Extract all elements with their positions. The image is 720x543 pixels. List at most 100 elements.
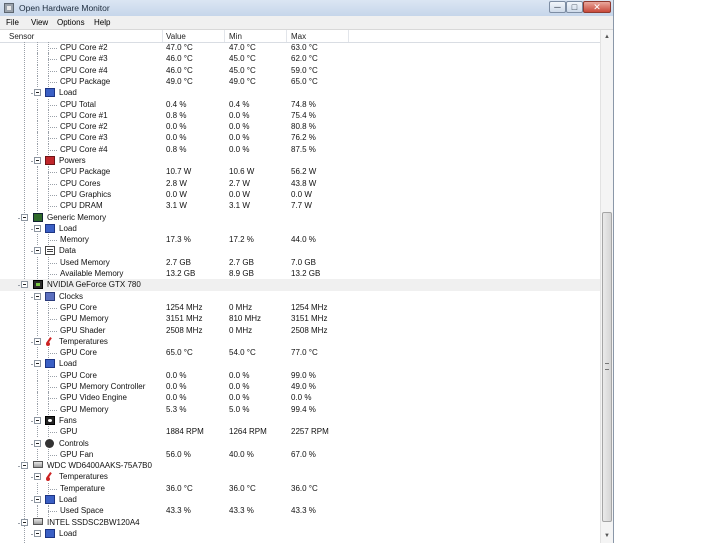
collapse-toggle-icon[interactable]: [34, 473, 41, 481]
sensor-row[interactable]: CPU DRAM 3.1 W 3.1 W 7.7 W: [0, 200, 600, 212]
sensor-group-row[interactable]: Fans: [0, 415, 600, 426]
column-divider[interactable]: [348, 30, 349, 42]
menu-help[interactable]: Help: [94, 18, 110, 27]
tree-guide-line: [48, 138, 57, 140]
sensor-group-row[interactable]: Controls: [0, 438, 600, 449]
collapse-toggle-icon[interactable]: [34, 416, 41, 424]
sensor-min: 45.0 °C: [229, 65, 256, 75]
collapse-toggle-icon[interactable]: [34, 496, 41, 503]
sensor-group-row[interactable]: Load: [0, 223, 600, 234]
sensor-value: 56.0 %: [166, 449, 191, 459]
collapse-toggle-icon[interactable]: [34, 157, 41, 164]
sensor-tree[interactable]: CPU Core #2 47.0 °C 47.0 °C 63.0 °C CPU Core…: [0, 42, 600, 543]
sensor-row[interactable]: GPU Fan 56.0 % 40.0 % 67.0 %: [0, 448, 600, 461]
collapse-toggle-icon[interactable]: [34, 89, 41, 97]
scroll-thumb[interactable]: [602, 212, 612, 522]
tree-guide-line: [37, 143, 38, 155]
close-button[interactable]: ✕: [583, 1, 611, 13]
sensor-row[interactable]: GPU Memory 5.3 % 5.0 % 99.4 %: [0, 403, 600, 415]
sensor-min: 36.0 °C: [229, 483, 256, 493]
sensor-label: Load: [59, 359, 77, 369]
tree-guide-line: [48, 482, 49, 494]
sensor-row[interactable]: Used Space 43.3 % 43.3 % 43.3 %: [0, 505, 600, 517]
sensor-row[interactable]: CPU Core #3 0.0 % 0.0 % 76.2 %: [0, 132, 600, 144]
column-divider[interactable]: [224, 30, 225, 42]
sensor-row[interactable]: CPU Cores 2.8 W 2.7 W 43.8 W: [0, 177, 600, 189]
sensor-group-row[interactable]: Load: [0, 87, 600, 98]
menu-view[interactable]: View: [31, 18, 48, 27]
sensor-group-row[interactable]: Load: [0, 358, 600, 369]
sensor-group-row[interactable]: Load: [0, 528, 600, 539]
sensor-label: CPU Graphics: [60, 189, 112, 199]
collapse-toggle-icon[interactable]: [34, 337, 41, 345]
sensor-row[interactable]: GPU Shader 2508 MHz 0 MHz 2508 MHz: [0, 324, 600, 336]
sensor-row[interactable]: GPU Core 0.0 % 0.0 % 99.0 %: [0, 369, 600, 381]
collapse-toggle-icon[interactable]: [34, 292, 41, 300]
tree-guide-line: [48, 511, 57, 513]
sensor-row[interactable]: GPU 1884 RPM 1264 RPM 2257 RPM: [0, 426, 600, 438]
column-divider[interactable]: [286, 30, 287, 42]
sensor-row[interactable]: CPU Package 49.0 °C 49.0 °C 65.0 °C: [0, 75, 600, 88]
tree-guide-line: [48, 324, 49, 336]
maximize-button[interactable]: □: [566, 1, 583, 13]
collapse-toggle-icon[interactable]: [34, 224, 41, 232]
scroll-down-arrow-icon[interactable]: ▼: [602, 531, 612, 541]
sensor-value: 0.0 W: [166, 189, 187, 199]
sensor-row[interactable]: GPU Video Engine 0.0 % 0.0 % 0.0 %: [0, 392, 600, 404]
sensor-min: 3.1 W: [229, 201, 250, 211]
collapse-toggle-icon[interactable]: [21, 281, 28, 289]
collapse-toggle-icon[interactable]: [34, 529, 41, 537]
sensor-group-row[interactable]: Data: [0, 245, 600, 256]
column-value[interactable]: Value: [166, 32, 186, 41]
collapse-toggle-icon[interactable]: [34, 247, 41, 255]
sensor-row[interactable]: CPU Core #2 47.0 °C 47.0 °C 63.0 °C: [0, 42, 600, 54]
sensor-row[interactable]: Available Memory 13.2 GB 8.9 GB 13.2 GB: [0, 268, 600, 280]
sensor-group-row[interactable]: Powers: [0, 155, 600, 166]
sensor-row[interactable]: GPU Memory 3151 MHz 810 MHz 3151 MHz: [0, 313, 600, 325]
sensor-row[interactable]: GPU Core 1254 MHz 0 MHz 1254 MHz: [0, 301, 600, 314]
sensor-row[interactable]: GPU Core 65.0 °C 54.0 °C 77.0 °C: [0, 347, 600, 359]
tree-guide-line: [48, 132, 49, 144]
collapse-toggle-icon[interactable]: [34, 360, 41, 368]
title-bar[interactable]: Open Hardware Monitor ─ □ ✕: [0, 0, 613, 17]
sensor-group-row[interactable]: Clocks: [0, 291, 600, 302]
sensor-label: GPU Memory Controller: [60, 382, 146, 391]
column-max[interactable]: Max: [291, 32, 306, 41]
sensor-row[interactable]: CPU Package 10.7 W 10.6 W 56.2 W: [0, 166, 600, 178]
sensor-row[interactable]: CPU Core #2 0.0 % 0.0 % 80.8 %: [0, 121, 600, 133]
sensor-value: 49.0 °C: [166, 76, 193, 86]
sensor-row[interactable]: Temperature 36.0 °C 36.0 °C 36.0 °C: [0, 482, 600, 494]
sensor-row[interactable]: GPU Memory Controller 0.0 % 0.0 % 49.0 %: [0, 381, 600, 393]
sensor-group-row[interactable]: Temperatures: [0, 336, 600, 347]
sensor-row[interactable]: Memory 17.3 % 17.2 % 44.0 %: [0, 234, 600, 246]
scroll-up-arrow-icon[interactable]: ▲: [602, 32, 612, 42]
sensor-row[interactable]: CPU Core #4 0.8 % 0.0 % 87.5 %: [0, 143, 600, 155]
sensor-row[interactable]: CPU Total 0.4 % 0.4 % 74.8 %: [0, 98, 600, 110]
hardware-row[interactable]: NVIDIA GeForce GTX 780: [0, 279, 600, 291]
sensor-group-row[interactable]: Temperatures: [0, 471, 600, 482]
sensor-group-row[interactable]: Load: [0, 494, 600, 505]
collapse-toggle-icon[interactable]: [21, 462, 28, 470]
column-divider[interactable]: [162, 30, 163, 42]
sensor-min: 0.0 %: [229, 370, 250, 380]
hardware-row[interactable]: INTEL SSDSC2BW120A4: [0, 517, 600, 528]
hardware-row[interactable]: Generic Memory: [0, 212, 600, 223]
sensor-value: 3.1 W: [166, 201, 187, 211]
sensor-row[interactable]: CPU Graphics 0.0 W 0.0 W 0.0 W: [0, 188, 600, 201]
collapse-toggle-icon[interactable]: [21, 213, 28, 221]
sensor-row[interactable]: CPU Core #4 46.0 °C 45.0 °C 59.0 °C: [0, 64, 600, 76]
collapse-toggle-icon[interactable]: [34, 439, 41, 447]
sensor-row[interactable]: CPU Core #1 0.8 % 0.0 % 75.4 %: [0, 109, 600, 122]
menu-options[interactable]: Options: [57, 18, 85, 27]
sensor-label: GPU Fan: [60, 449, 94, 459]
column-min[interactable]: Min: [229, 32, 242, 41]
vertical-scrollbar[interactable]: ▲ ▼: [600, 30, 613, 543]
sensor-row[interactable]: Used Memory 2.7 GB 2.7 GB 7.0 GB: [0, 256, 600, 268]
hardware-row[interactable]: WDC WD6400AAKS-75A7B0: [0, 460, 600, 471]
menu-file[interactable]: File: [6, 18, 19, 27]
data-icon: [45, 246, 55, 256]
column-sensor[interactable]: Sensor: [9, 32, 34, 41]
collapse-toggle-icon[interactable]: [21, 518, 28, 526]
minimize-button[interactable]: ─: [549, 1, 566, 13]
sensor-row[interactable]: CPU Core #3 46.0 °C 45.0 °C 62.0 °C: [0, 53, 600, 65]
